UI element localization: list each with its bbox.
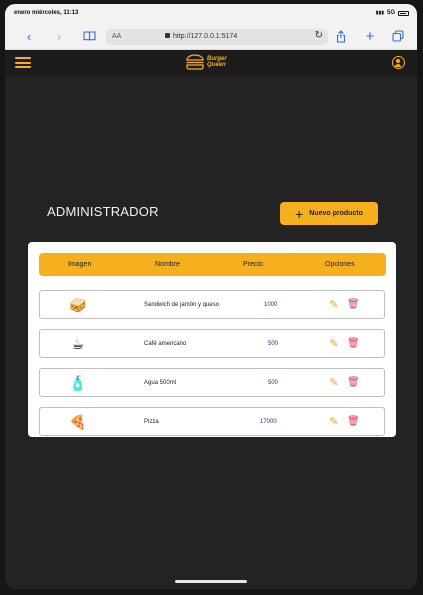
bookmarks-icon[interactable] (81, 28, 97, 44)
product-name: Sandwich de jamón y queso (144, 302, 220, 308)
new-product-button[interactable]: + Nuevo producto (280, 202, 378, 225)
menu-icon[interactable] (15, 57, 31, 68)
header-price: Precio (243, 261, 263, 268)
edit-icon[interactable]: ✎ (328, 377, 340, 389)
home-indicator[interactable] (175, 580, 247, 583)
product-price: 500 (268, 341, 279, 347)
share-icon[interactable] (333, 28, 349, 44)
address-bar[interactable]: AA http://127.0.0.1:5174 ↻ (106, 29, 328, 45)
header-name: Nombre (155, 261, 180, 268)
product-price: 17000 (260, 419, 277, 425)
network-label: 5G (386, 10, 395, 16)
burger-icon (186, 54, 204, 70)
status-indicators: ▮▮▮ 5G (376, 10, 409, 16)
signal-icon: ▮▮▮ (375, 10, 384, 16)
back-icon[interactable]: ‹ (21, 28, 37, 44)
app-header: Burger Queen (5, 50, 417, 76)
reader-button[interactable]: AA (112, 33, 121, 40)
browser-toolbar: ‹ › AA http://127.0.0.1:5174 ↻ + (5, 22, 417, 50)
table-row: ☕ Café americano 500 ✎ 🗑 (39, 329, 385, 358)
new-product-label: Nuevo producto (309, 210, 363, 217)
edit-icon[interactable]: ✎ (328, 299, 340, 311)
sandwich-icon: 🥪 (69, 297, 87, 313)
edit-icon[interactable]: ✎ (328, 338, 340, 350)
pizza-icon: 🍕 (69, 414, 87, 430)
water-bottle-icon: 🧴 (69, 375, 87, 391)
table-row: 🍕 Pizza 17000 ✎ 🗑 (39, 407, 385, 436)
product-price: 1000 (264, 302, 278, 308)
user-account-icon[interactable] (392, 56, 405, 69)
header-options: Opciones (325, 261, 355, 268)
delete-icon[interactable]: 🗑 (347, 299, 360, 311)
product-name: Café americano (144, 341, 187, 347)
header-image: Imagen (68, 261, 92, 268)
products-table: Imagen Nombre Precio Opciones 🥪 Sandwich… (28, 242, 396, 437)
coffee-icon: ☕ (71, 336, 85, 352)
product-name: Pizza (144, 419, 159, 425)
new-tab-icon[interactable]: + (362, 28, 378, 44)
battery-icon (398, 10, 409, 16)
plus-icon: + (295, 205, 304, 222)
page-title: ADMINISTRADOR (47, 204, 159, 219)
table-row: 🥪 Sandwich de jamón y queso 1000 ✎ 🗑 (39, 290, 385, 319)
forward-icon[interactable]: › (51, 28, 67, 44)
brand-logo[interactable]: Burger Queen (185, 54, 227, 70)
delete-icon[interactable]: 🗑 (347, 377, 360, 389)
lock-icon (165, 33, 170, 38)
table-header: Imagen Nombre Precio Opciones (39, 253, 386, 276)
edit-icon[interactable]: ✎ (328, 416, 340, 428)
logo-line-2: Queen (207, 62, 226, 68)
delete-icon[interactable]: 🗑 (347, 338, 360, 350)
status-bar: enero miércoles, 11:13 ▮▮▮ 5G (5, 4, 417, 22)
product-name: Agua 500ml (144, 380, 177, 386)
tablet-screen: enero miércoles, 11:13 ▮▮▮ 5G ‹ › AA htt… (5, 4, 417, 589)
delete-icon[interactable]: 🗑 (347, 416, 360, 428)
reload-icon[interactable]: ↻ (315, 30, 323, 41)
status-time: enero miércoles, 11:13 (14, 10, 79, 16)
url-text: http://127.0.0.1:5174 (173, 33, 238, 40)
product-price: 500 (268, 380, 279, 386)
tabs-icon[interactable] (390, 28, 406, 44)
table-row: 🧴 Agua 500ml 500 ✎ 🗑 (39, 368, 385, 397)
